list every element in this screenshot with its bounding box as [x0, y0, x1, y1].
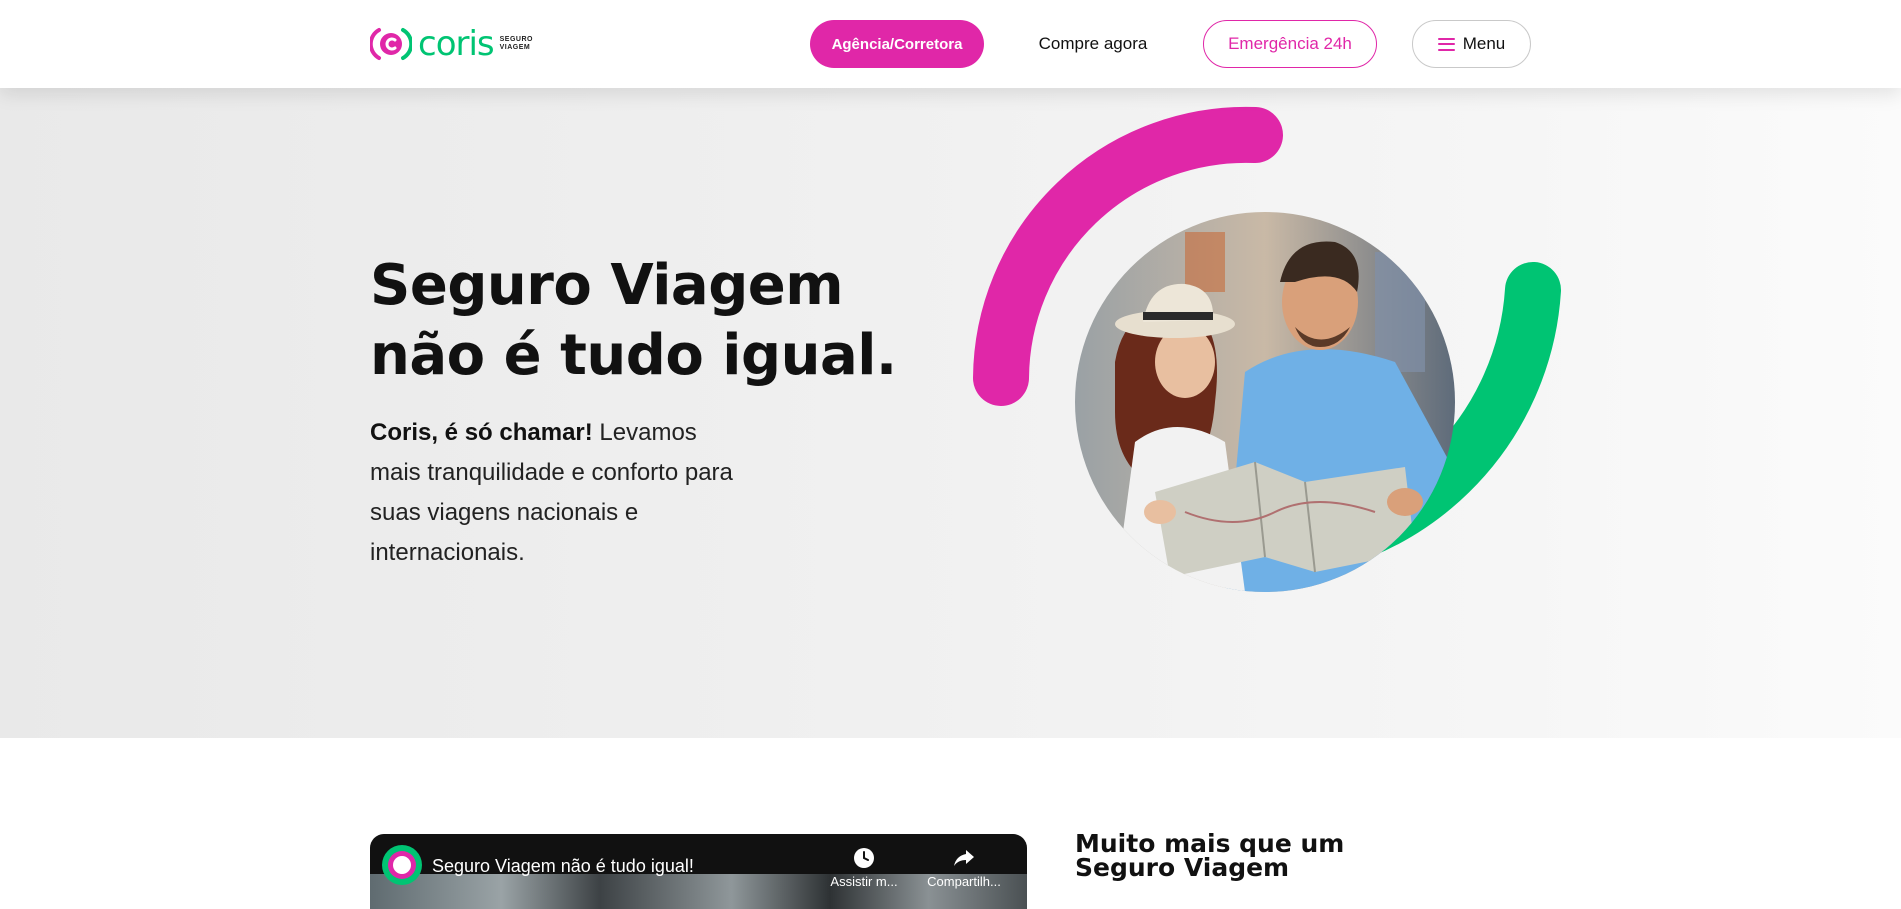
agencia-corretora-button[interactable]: Agência/Corretora	[810, 20, 984, 68]
share-arrow-icon	[954, 850, 974, 866]
emergencia-24h-button[interactable]: Emergência 24h	[1203, 20, 1377, 68]
hamburger-menu-icon	[1437, 37, 1455, 51]
coris-logo-icon	[370, 28, 412, 60]
watch-later-button[interactable]: Assistir m...	[824, 846, 904, 889]
menu-button[interactable]: Menu	[1412, 20, 1531, 68]
youtube-video-embed[interactable]: Seguro Viagem não é tudo igual! Assistir…	[370, 834, 1027, 909]
decorative-arcs	[973, 106, 1561, 580]
watch-later-label: Assistir m...	[830, 874, 898, 889]
share-label: Compartilh...	[927, 874, 1001, 889]
hero-photo-couple-with-map	[1075, 212, 1455, 592]
logo-tagline-line2: VIAGEM	[499, 44, 531, 51]
logo-wordmark: coris	[418, 24, 495, 64]
logo-tagline: SEGURO VIAGEM	[500, 36, 533, 52]
section-title: Muito mais que um Seguro Viagem	[1075, 829, 1345, 882]
logo-tagline-line1: SEGURO	[499, 36, 533, 43]
compre-agora-link[interactable]: Compre agora	[1012, 20, 1174, 68]
coris-logo[interactable]: coris SEGURO VIAGEM	[370, 24, 533, 64]
site-header: coris SEGURO VIAGEM Agência/Corretora Co…	[0, 0, 1901, 88]
hero-photo-illustration	[1075, 212, 1455, 592]
clock-icon	[854, 848, 874, 868]
channel-avatar[interactable]	[382, 845, 422, 885]
video-title[interactable]: Seguro Viagem não é tudo igual!	[432, 856, 694, 877]
menu-button-label: Menu	[1462, 34, 1506, 53]
share-button[interactable]: Compartilh...	[924, 846, 1004, 889]
hero-section: Seguro Viagem não é tudo igual. Coris, é…	[0, 88, 1901, 738]
